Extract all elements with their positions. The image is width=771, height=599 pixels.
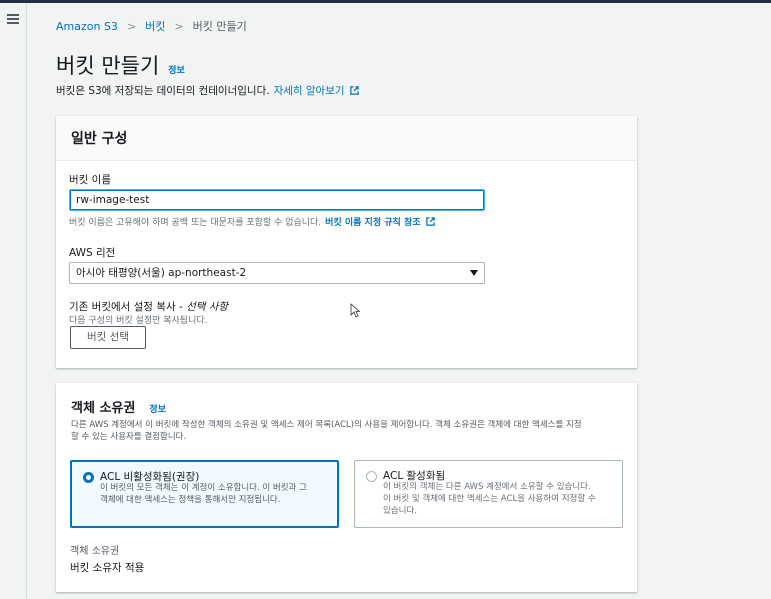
breadcrumb-amazon-s3[interactable]: Amazon S3 <box>56 20 118 33</box>
object-ownership-result-value: 버킷 소유자 적용 <box>70 562 145 574</box>
acl-disabled-option[interactable]: ACL 비활성화됨(권장) 이 버킷의 모든 객체는 이 계정이 소유합니다. … <box>70 460 339 528</box>
copy-settings-label-row: 기존 버킷에서 설정 복사 - 선택 사항 <box>69 299 228 314</box>
side-navigation <box>0 3 27 599</box>
option-description-line: 있습니다. <box>383 506 417 516</box>
radio-unselected-icon[interactable] <box>366 471 377 482</box>
chevron-right-icon: > <box>126 19 137 33</box>
bucket-name-hint: 버킷 이름은 고유해야 하며 공백 또는 대문자를 포함할 수 없습니다. <box>69 218 322 228</box>
bucket-name-label: 버킷 이름 <box>69 174 111 186</box>
external-link-icon <box>425 217 435 226</box>
copy-settings-optional: 선택 사항 <box>186 301 229 313</box>
page-description-text: 버킷은 S3에 저장되는 데이터의 컨테이너입니다. <box>56 85 270 97</box>
bucket-name-hint-row: 버킷 이름은 고유해야 하며 공백 또는 대문자를 포함할 수 없습니다. 버킷… <box>69 215 435 228</box>
info-link[interactable]: 정보 <box>168 63 185 76</box>
breadcrumb-buckets[interactable]: 버킷 <box>145 18 165 34</box>
ownership-description-line: 다른 AWS 계정에서 이 버킷에 작성한 객체의 소유권 및 액세스 제어 목… <box>71 420 582 430</box>
bucket-name-input[interactable]: rw-image-test <box>69 189 485 211</box>
info-link[interactable]: 정보 <box>149 405 166 415</box>
page-description: 버킷은 S3에 저장되는 데이터의 컨테이너입니다. 자세히 알아보기 <box>56 83 359 98</box>
copy-settings-hint: 다음 구성의 버킷 설정만 복사됩니다. <box>69 316 208 326</box>
panel-header: 일반 구성 <box>56 116 637 161</box>
aws-region-value: 아시아 태평양(서울) ap-northeast-2 <box>76 267 247 279</box>
page-title-row: 버킷 만들기 정보 <box>56 50 185 80</box>
option-description-line: 객체에 대한 액세스는 정책을 통해서만 지정됩니다. <box>100 495 281 505</box>
ownership-description: 다른 AWS 계정에서 이 버킷에 작성한 객체의 소유권 및 액세스 제어 목… <box>56 416 637 443</box>
breadcrumb-create-bucket: 버킷 만들기 <box>192 20 247 33</box>
hamburger-icon[interactable] <box>7 14 19 24</box>
main-content: Amazon S3 > 버킷 > 버킷 만들기 버킷 만들기 정보 버킷은 S3… <box>27 3 771 599</box>
external-link-icon <box>349 86 359 95</box>
panel-header: 객체 소유권 정보 <box>56 383 637 416</box>
option-description-line: 이 버킷의 객체는 다른 AWS 계정에서 소유할 수 있습니다. <box>383 482 591 492</box>
breadcrumb: Amazon S3 > 버킷 > 버킷 만들기 <box>56 18 247 34</box>
panel-title: 일반 구성 <box>71 131 128 147</box>
option-description-line: 이 버킷 및 객체에 대한 액세스는 ACL을 사용하여 지정할 수 <box>383 494 596 504</box>
option-description: 이 버킷의 객체는 다른 AWS 계정에서 소유할 수 있습니다. 이 버킷 및… <box>383 481 596 517</box>
aws-region-label: AWS 리전 <box>69 247 116 259</box>
copy-settings-label: 기존 버킷에서 설정 복사 - <box>69 301 183 313</box>
aws-region-select[interactable]: 아시아 태평양(서울) ap-northeast-2 <box>69 262 485 284</box>
choose-bucket-button[interactable]: 버킷 선택 <box>70 326 146 349</box>
chevron-right-icon: > <box>174 19 184 33</box>
option-description: 이 버킷의 모든 객체는 이 계정이 소유합니다. 이 버킷과 그 객체에 대한… <box>100 482 307 506</box>
caret-down-icon <box>470 270 478 276</box>
acl-enabled-option[interactable]: ACL 활성화됨 이 버킷의 객체는 다른 AWS 계정에서 소유할 수 있습니… <box>354 460 623 528</box>
bucket-naming-rules-link[interactable]: 버킷 이름 지정 규칙 참조 <box>325 215 420 228</box>
mouse-pointer-icon <box>350 303 360 318</box>
learn-more-link[interactable]: 자세히 알아보기 <box>274 83 345 98</box>
object-ownership-result-label: 객체 소유권 <box>70 546 120 557</box>
panel-title: 객체 소유권 <box>71 401 136 416</box>
radio-selected-icon[interactable] <box>83 472 94 483</box>
option-description-line: 이 버킷의 모든 객체는 이 계정이 소유합니다. 이 버킷과 그 <box>100 483 307 493</box>
ownership-description-line: 할 수 있는 사용자를 결정합니다. <box>71 432 187 442</box>
page-title: 버킷 만들기 <box>56 54 160 78</box>
